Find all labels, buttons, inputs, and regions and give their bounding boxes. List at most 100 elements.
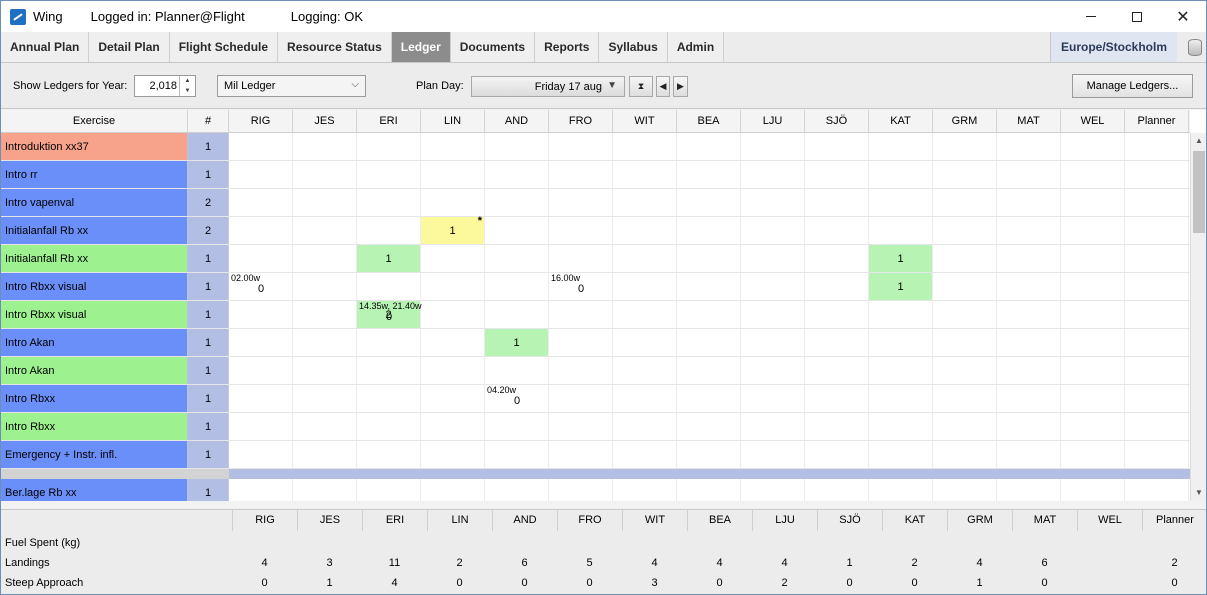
count-cell[interactable]: 2: [188, 217, 229, 244]
grid-cell[interactable]: [741, 413, 805, 440]
grid-cell[interactable]: [933, 161, 997, 188]
grid-cell[interactable]: [549, 189, 613, 216]
grid-cell[interactable]: [549, 357, 613, 384]
grid-cell[interactable]: [741, 357, 805, 384]
grid-cell[interactable]: [293, 441, 357, 468]
grid-cell[interactable]: [741, 329, 805, 356]
grid-cell[interactable]: [741, 217, 805, 244]
grid-cell[interactable]: [933, 441, 997, 468]
column-header-grm[interactable]: GRM: [933, 110, 997, 133]
tab-reports[interactable]: Reports: [535, 32, 600, 62]
grid-cell[interactable]: [933, 301, 997, 328]
grid-cell[interactable]: [869, 413, 933, 440]
grid-cell[interactable]: [229, 357, 293, 384]
exercise-cell[interactable]: Initialanfall Rb xx: [1, 217, 188, 244]
grid-cell[interactable]: [229, 441, 293, 468]
count-cell[interactable]: 2: [188, 189, 229, 216]
grid-cell[interactable]: [741, 189, 805, 216]
column-header-lin[interactable]: LIN: [421, 110, 485, 133]
next-day-button[interactable]: ▶: [673, 76, 688, 97]
grid-cell[interactable]: [1061, 273, 1125, 300]
grid-cell[interactable]: [677, 413, 741, 440]
grid-cell[interactable]: [1125, 217, 1189, 244]
column-header-eri[interactable]: ERI: [357, 110, 421, 133]
grid-cell[interactable]: [421, 189, 485, 216]
timezone-indicator[interactable]: Europe/Stockholm: [1049, 32, 1177, 62]
grid-cell[interactable]: [357, 161, 421, 188]
grid-cell[interactable]: [613, 133, 677, 160]
exercise-cell[interactable]: Intro Rbxx: [1, 385, 188, 412]
grid-cell[interactable]: [933, 329, 997, 356]
count-cell[interactable]: 1: [188, 133, 229, 160]
grid-cell[interactable]: [229, 385, 293, 412]
tab-resource-status[interactable]: Resource Status: [278, 32, 392, 62]
grid-cell[interactable]: [933, 273, 997, 300]
column-header-planner[interactable]: Planner: [1125, 110, 1189, 133]
grid-cell[interactable]: [485, 189, 549, 216]
grid-cell[interactable]: [805, 217, 869, 244]
exercise-cell[interactable]: Introduktion xx37: [1, 133, 188, 160]
tab-admin[interactable]: Admin: [667, 32, 725, 62]
grid-cell[interactable]: [741, 133, 805, 160]
grid-cell[interactable]: [805, 441, 869, 468]
grid-cell[interactable]: [677, 329, 741, 356]
exercise-cell[interactable]: Intro Akan: [1, 329, 188, 356]
grid-cell[interactable]: [1061, 133, 1125, 160]
grid-cell[interactable]: [293, 329, 357, 356]
grid-cell[interactable]: [1061, 245, 1125, 272]
grid-cell[interactable]: [1125, 189, 1189, 216]
grid-cell[interactable]: [293, 133, 357, 160]
grid-cell[interactable]: [485, 413, 549, 440]
grid-cell[interactable]: [613, 189, 677, 216]
grid-cell[interactable]: [613, 479, 677, 501]
grid-cell[interactable]: [485, 161, 549, 188]
grid-cell[interactable]: [421, 301, 485, 328]
grid-cell[interactable]: [933, 245, 997, 272]
tab-documents[interactable]: Documents: [450, 32, 536, 62]
grid-cell[interactable]: [741, 479, 805, 501]
grid-cell[interactable]: [421, 329, 485, 356]
grid-cell[interactable]: [1061, 189, 1125, 216]
grid-cell[interactable]: [421, 161, 485, 188]
count-cell[interactable]: 1: [188, 301, 229, 328]
grid-cell[interactable]: [741, 161, 805, 188]
grid-cell[interactable]: [229, 161, 293, 188]
count-cell[interactable]: 1: [188, 329, 229, 356]
grid-cell[interactable]: [293, 273, 357, 300]
database-icon[interactable]: [1188, 39, 1202, 56]
grid-cell[interactable]: [485, 273, 549, 300]
exercise-cell[interactable]: Intro vapenval: [1, 189, 188, 216]
grid-cell[interactable]: [933, 189, 997, 216]
exercise-cell[interactable]: Intro rr: [1, 161, 188, 188]
grid-cell[interactable]: [293, 479, 357, 501]
column-header-lju[interactable]: LJU: [741, 110, 805, 133]
grid-cell[interactable]: [869, 133, 933, 160]
grid-cell[interactable]: [677, 385, 741, 412]
grid-cell[interactable]: [933, 357, 997, 384]
grid-cell[interactable]: [997, 301, 1061, 328]
grid-cell[interactable]: [549, 245, 613, 272]
grid-cell[interactable]: [613, 329, 677, 356]
grid-cell[interactable]: [677, 301, 741, 328]
exercise-cell[interactable]: Intro Rbxx visual: [1, 273, 188, 300]
grid-cell[interactable]: [1125, 245, 1189, 272]
scroll-up-icon[interactable]: ▲: [1191, 133, 1206, 149]
count-cell[interactable]: 1: [188, 273, 229, 300]
column-header-and[interactable]: AND: [485, 110, 549, 133]
grid-cell[interactable]: [1061, 441, 1125, 468]
grid-cell[interactable]: [1125, 479, 1189, 501]
vertical-scrollbar[interactable]: ▲ ▼: [1190, 133, 1206, 501]
grid-cell[interactable]: 1 *: [421, 215, 485, 244]
grid-cell[interactable]: [485, 133, 549, 160]
scroll-thumb[interactable]: [1193, 151, 1205, 233]
grid-cell[interactable]: [421, 385, 485, 412]
grid-cell[interactable]: [485, 479, 549, 501]
grid-cell[interactable]: [1125, 413, 1189, 440]
grid-cell[interactable]: [933, 217, 997, 244]
grid-cell[interactable]: [549, 217, 613, 244]
exercise-cell[interactable]: Emergency + Instr. infl.: [1, 441, 188, 468]
column-header-wit[interactable]: WIT: [613, 110, 677, 133]
grid-cell[interactable]: [805, 273, 869, 300]
grid-cell[interactable]: [485, 357, 549, 384]
grid-cell[interactable]: [293, 217, 357, 244]
